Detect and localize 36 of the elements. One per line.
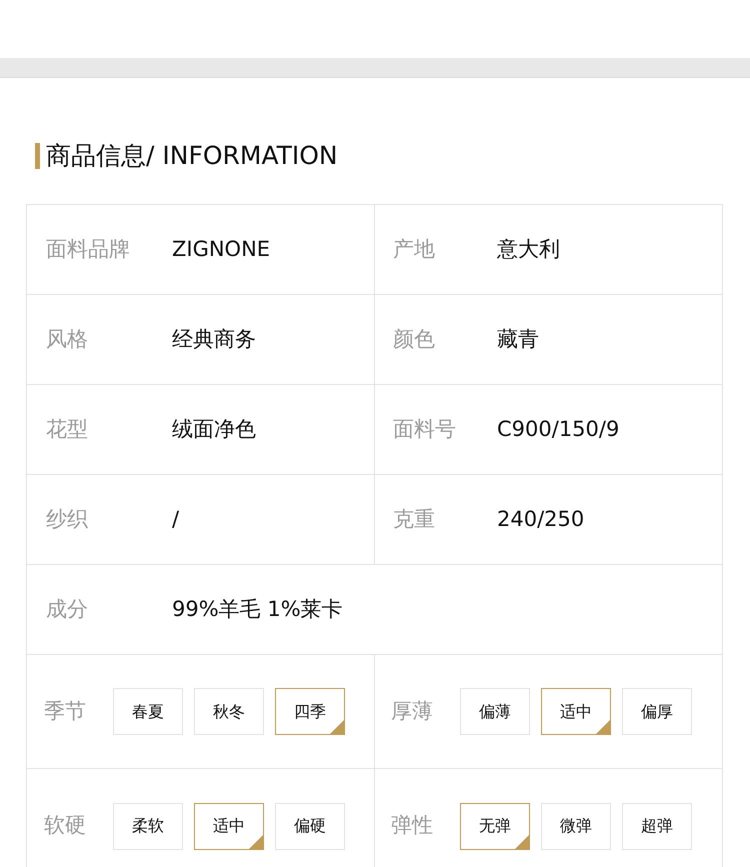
field-label: 产地 (393, 236, 436, 263)
option-button[interactable]: 微弹 (541, 802, 611, 850)
field-value: 意大利 (497, 236, 560, 263)
field-label: 软硬 (44, 812, 87, 840)
section-title: 商品信息/ INFORMATION (46, 140, 338, 172)
field-value: 绒面净色 (172, 416, 256, 443)
option-button[interactable]: 适中 (194, 802, 264, 850)
option-button[interactable]: 适中 (541, 688, 611, 735)
field-label: 面料号 (393, 416, 457, 443)
field-label: 花型 (46, 416, 89, 443)
option-button[interactable]: 超弹 (622, 802, 692, 850)
option-button[interactable]: 无弹 (460, 802, 530, 850)
field-label: 成分 (46, 596, 89, 623)
field-value: 藏青 (497, 326, 539, 353)
option-button[interactable]: 四季 (275, 688, 345, 735)
field-label: 克重 (393, 506, 436, 533)
field-value: 99%羊毛 1%莱卡 (172, 596, 343, 623)
field-value: 经典商务 (172, 326, 256, 353)
option-button[interactable]: 偏硬 (275, 802, 345, 850)
title-accent-bar (35, 143, 40, 169)
field-value: C900/150/9 (497, 416, 620, 443)
field-value: 240/250 (497, 506, 584, 533)
field-label: 颜色 (393, 326, 436, 353)
option-button[interactable]: 偏薄 (460, 688, 530, 735)
field-label: 纱织 (46, 506, 89, 533)
option-button[interactable]: 柔软 (113, 802, 183, 850)
field-label: 风格 (46, 326, 89, 353)
option-button[interactable]: 秋冬 (194, 688, 264, 735)
option-button[interactable]: 偏厚 (622, 688, 692, 735)
field-label: 季节 (44, 698, 87, 725)
field-label: 面料品牌 (46, 236, 131, 263)
field-value: ZIGNONE (172, 236, 270, 263)
field-label: 弹性 (391, 812, 434, 840)
option-button[interactable]: 春夏 (113, 688, 183, 735)
field-label: 厚薄 (391, 698, 434, 725)
field-value: / (172, 506, 180, 533)
